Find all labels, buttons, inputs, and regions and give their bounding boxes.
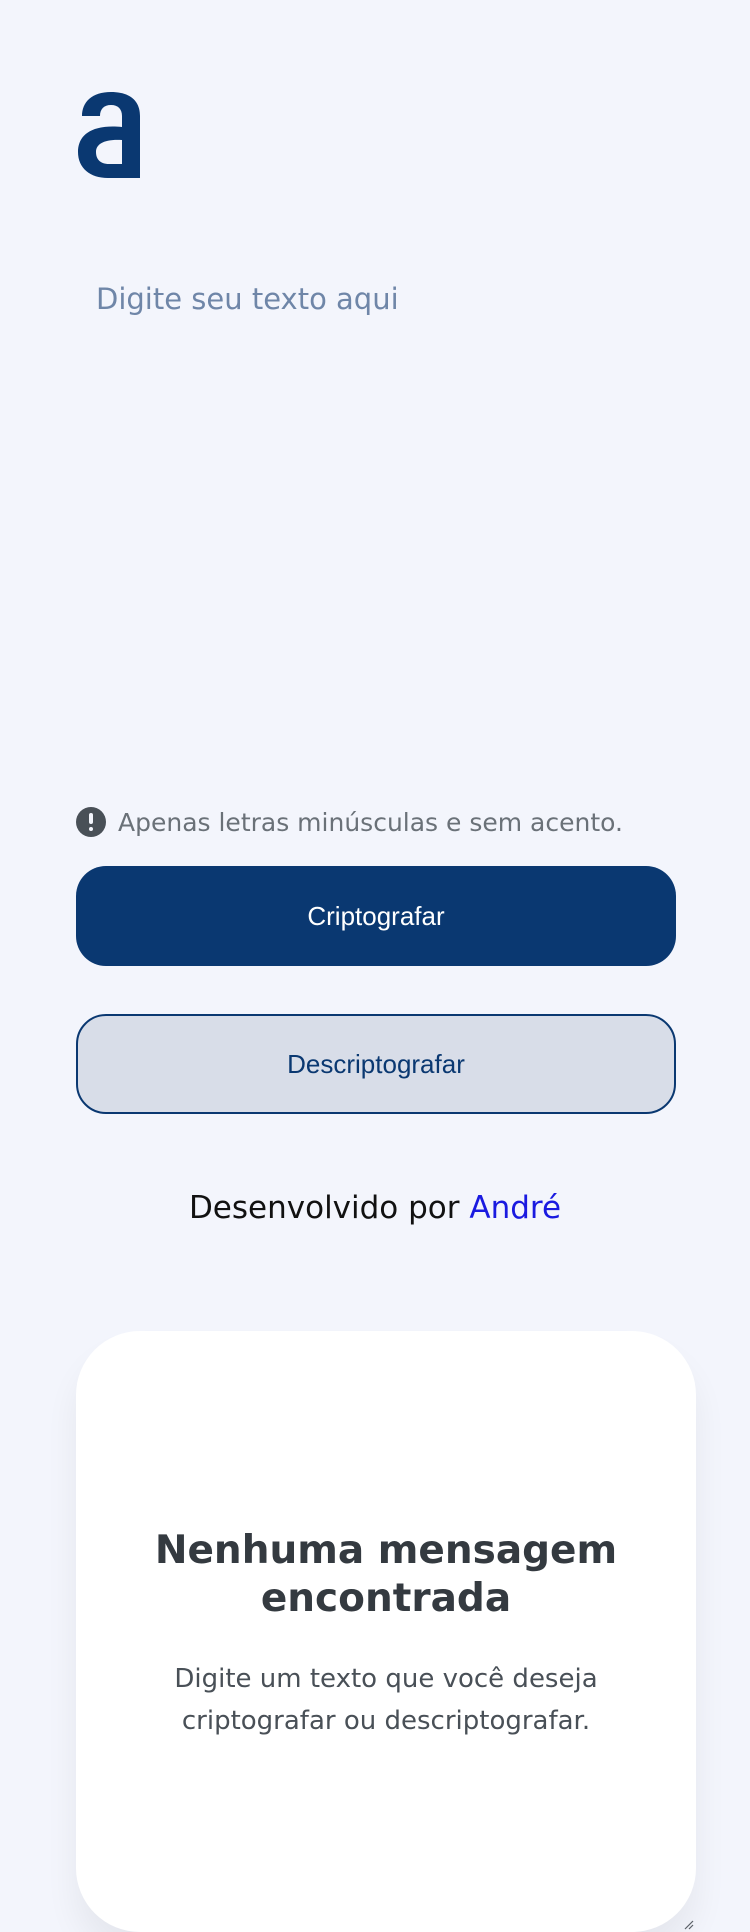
decrypt-button[interactable]: Descriptografar [76, 1014, 676, 1114]
developer-credits: Desenvolvido por André [0, 1190, 750, 1226]
resize-handle-icon[interactable] [682, 1918, 694, 1930]
empty-state-subtitle: Digite um texto que você deseja criptogr… [174, 1664, 598, 1736]
credits-prefix: Desenvolvido por [188, 1190, 470, 1226]
logo [78, 78, 144, 178]
letter-a-logo-icon [78, 92, 140, 178]
text-input[interactable] [76, 265, 676, 765]
input-hint: Apenas letras minúsculas e sem acento. [76, 805, 623, 839]
author-link[interactable]: André [469, 1190, 561, 1226]
output-panel: Nenhuma mensagem encontrada Digite um te… [76, 1331, 696, 1932]
empty-state-title: Nenhuma mensagem encontrada [154, 1528, 618, 1621]
exclamation-circle-icon [76, 807, 106, 837]
input-hint-text: Apenas letras minúsculas e sem acento. [118, 807, 623, 837]
encrypt-button[interactable]: Criptografar [76, 866, 676, 966]
